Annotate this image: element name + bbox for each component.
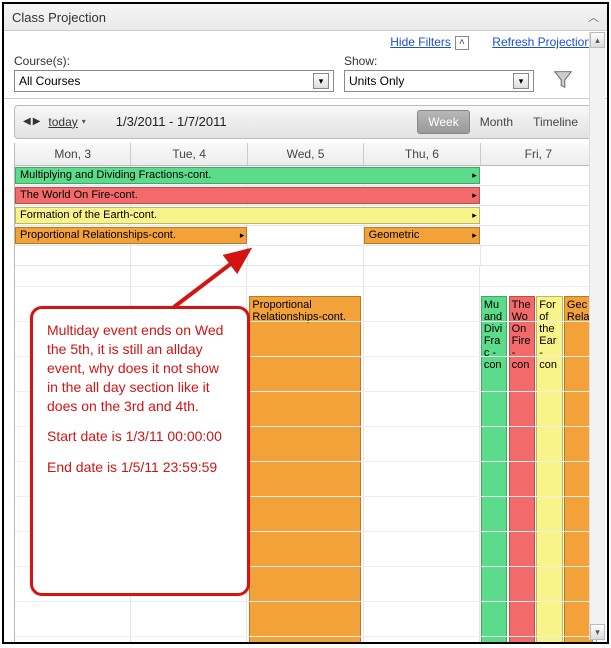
panel-titlebar: Class Projection ︿ (4, 4, 607, 31)
course-select[interactable]: All Courses ▾ (14, 70, 334, 92)
vertical-scrollbar[interactable]: ▴ ▾ (589, 32, 605, 640)
today-dropdown-icon[interactable]: ▾ (82, 117, 86, 126)
annotation-arrow-icon (164, 242, 264, 312)
show-label: Show: (344, 54, 534, 68)
continue-arrow-icon: ▸ (472, 230, 477, 241)
callout-text: End date is 1/5/11 23:59:59 (47, 458, 233, 477)
day-header: Wed, 5 (248, 143, 364, 165)
allday-section: Multiplying and Dividing Fractions-cont.… (14, 166, 597, 266)
continue-arrow-icon: ▸ (240, 230, 245, 241)
day-header: Tue, 4 (131, 143, 247, 165)
class-projection-panel: Class Projection ︿ Hide Filters ˄ Refresh… (2, 2, 609, 644)
day-header: Fri, 7 (481, 143, 596, 165)
day-header-row: Mon, 3 Tue, 4 Wed, 5 Thu, 6 Fri, 7 (14, 143, 597, 166)
time-event[interactable]: The Wo On Fire - con (509, 296, 535, 644)
continue-arrow-icon: ▸ (472, 210, 477, 221)
filter-funnel-icon[interactable] (550, 66, 576, 92)
course-label: Course(s): (14, 54, 334, 68)
view-timeline-button[interactable]: Timeline (523, 111, 588, 133)
allday-event[interactable]: Geometric▸ (364, 227, 480, 244)
time-column-wed: Proportional Relationships-cont. (247, 266, 363, 644)
time-column-thu (364, 266, 480, 644)
day-header: Mon, 3 (15, 143, 131, 165)
time-event[interactable]: For of the Ear - con (536, 296, 562, 644)
today-button[interactable]: today (48, 115, 77, 129)
annotation-callout: Multiday event ends on Wed the 5th, it i… (30, 306, 250, 596)
time-event[interactable]: Mu and Divi Frac - con (481, 296, 507, 644)
refresh-projections-link[interactable]: Refresh Projections (492, 35, 597, 49)
hide-filters-link[interactable]: Hide Filters (390, 35, 451, 49)
panel-title: Class Projection (12, 10, 106, 25)
callout-text: Start date is 1/3/11 00:00:00 (47, 427, 233, 446)
collapse-icon[interactable]: ︿ (588, 9, 599, 25)
time-column-fri: Mu and Divi Frac - con The Wo On Fire - … (480, 266, 596, 644)
allday-event[interactable]: Multiplying and Dividing Fractions-cont.… (15, 167, 480, 184)
allday-event[interactable]: Formation of the Earth-cont.▸ (15, 207, 480, 224)
show-value: Units Only (349, 74, 404, 88)
scroll-up-button[interactable]: ▴ (590, 32, 605, 48)
filter-bar: Hide Filters ˄ Refresh Projections Course… (4, 31, 607, 99)
prev-button[interactable]: ◀ (23, 116, 31, 127)
date-range: 1/3/2011 - 1/7/2011 (116, 114, 417, 129)
scroll-down-button[interactable]: ▾ (590, 624, 605, 640)
continue-arrow-icon: ▸ (472, 170, 477, 181)
chevron-down-icon: ▾ (513, 73, 529, 89)
chevron-down-icon: ▾ (313, 73, 329, 89)
view-month-button[interactable]: Month (470, 111, 523, 133)
view-week-button[interactable]: Week (417, 110, 469, 134)
calendar-toolbar: ◀ ▶ today ▾ 1/3/2011 - 1/7/2011 Week Mon… (14, 105, 597, 139)
next-button[interactable]: ▶ (33, 116, 41, 127)
day-header: Thu, 6 (364, 143, 480, 165)
hide-filters-toggle[interactable]: ˄ (455, 36, 469, 50)
callout-text: Multiday event ends on Wed the 5th, it i… (47, 321, 233, 415)
allday-event[interactable]: The World On Fire-cont.▸ (15, 187, 480, 204)
continue-arrow-icon: ▸ (472, 190, 477, 201)
show-select[interactable]: Units Only ▾ (344, 70, 534, 92)
time-event[interactable]: Proportional Relationships-cont. (249, 296, 360, 644)
course-value: All Courses (19, 74, 80, 88)
